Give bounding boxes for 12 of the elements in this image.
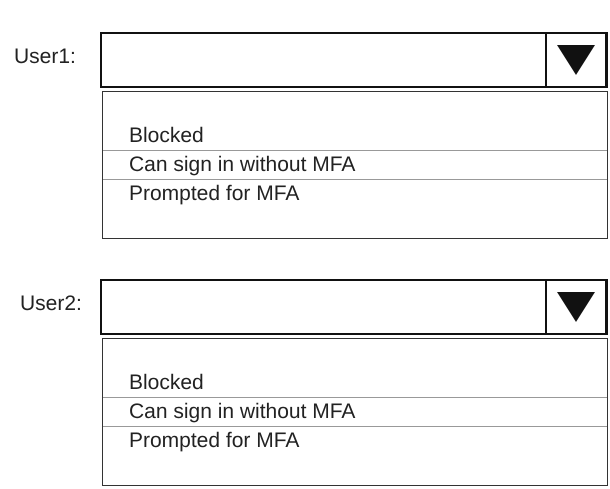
- dropdown-option[interactable]: Blocked: [103, 122, 607, 151]
- caret-icon: [557, 292, 595, 322]
- dropdown-option[interactable]: Can sign in without MFA: [103, 151, 607, 180]
- dropdown[interactable]: [100, 279, 608, 335]
- dropdown-option[interactable]: Can sign in without MFA: [103, 398, 607, 427]
- caret-icon: [557, 45, 595, 75]
- field-label: User2:: [19, 292, 83, 316]
- dropdown-option[interactable]: Prompted for MFA: [103, 427, 607, 456]
- field-label: User1:: [13, 45, 77, 69]
- dropdown-option[interactable]: Prompted for MFA: [103, 180, 607, 209]
- dropdown[interactable]: [100, 32, 608, 88]
- dropdown-option[interactable]: Blocked: [103, 369, 607, 398]
